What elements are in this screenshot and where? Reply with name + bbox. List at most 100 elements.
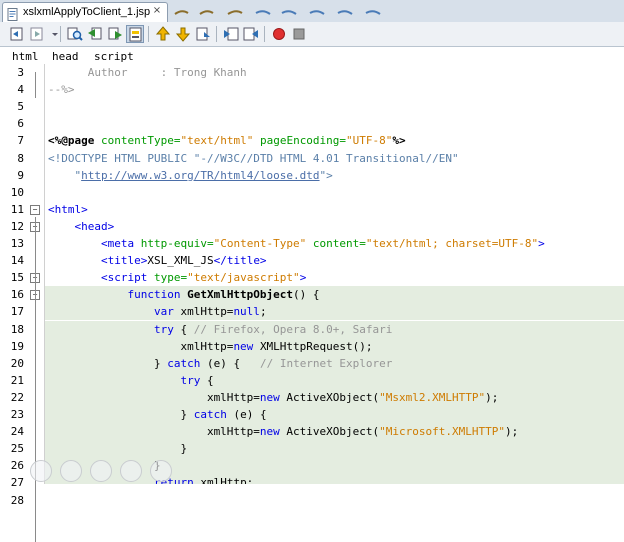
code-token: " xyxy=(48,168,82,182)
code-token: GetXmlHttpObject xyxy=(187,288,294,302)
code-token: } xyxy=(48,408,194,421)
line-number: 6 xyxy=(17,117,24,131)
line-number: 11 xyxy=(10,202,24,216)
code-editor[interactable]: Author : Trong Khanh --%> <%@page contentT… xyxy=(45,64,624,484)
code-line[interactable]: <head> xyxy=(45,218,624,235)
code-token: <meta xyxy=(48,237,141,250)
breadcrumb-item-html[interactable]: html xyxy=(12,50,39,63)
code-line[interactable]: <!DOCTYPE HTML PUBLIC "-//W3C//DTD HTML … xyxy=(45,150,624,167)
code-token: ; xyxy=(259,305,267,319)
code-token: function xyxy=(48,288,188,302)
code-line[interactable]: xmlHttp=new ActiveXObject("Msxml2.XMLHTT… xyxy=(45,388,624,406)
fold-toggle-icon[interactable]: − xyxy=(30,204,40,215)
breadcrumb-item-script[interactable]: script xyxy=(94,50,134,63)
code-token: try xyxy=(48,322,181,336)
file-tab[interactable]: xslxmlApplyToClient_1.jsp × xyxy=(2,2,168,23)
settings-icon[interactable] xyxy=(150,460,172,482)
code-line[interactable] xyxy=(45,184,624,201)
code-token: { xyxy=(180,322,194,336)
find-icon[interactable] xyxy=(66,25,84,43)
edit-icon[interactable] xyxy=(60,460,82,482)
code-line[interactable]: xmlHttp=new XMLHttpRequest(); xyxy=(45,337,624,355)
code-line[interactable]: <%@page contentType="text/html" pageEnco… xyxy=(45,132,624,149)
code-line[interactable]: try { xyxy=(45,371,624,389)
code-line[interactable] xyxy=(45,98,624,115)
code-token: (e) { xyxy=(206,356,260,370)
code-line[interactable]: xmlHttp=new ActiveXObject("Microsoft.XML… xyxy=(45,423,624,441)
code-token: (e) { xyxy=(233,408,267,421)
code-line-text: <!DOCTYPE HTML PUBLIC "-//W3C//DTD HTML … xyxy=(48,150,459,167)
code-line[interactable]: <script type="text/javascript"> xyxy=(45,269,624,286)
code-line[interactable]: function GetXmlHttpObject() { xyxy=(45,286,624,304)
previous-bookmark-icon[interactable] xyxy=(154,25,172,43)
code-token: } xyxy=(48,356,168,370)
code-token: "text/html" xyxy=(180,134,254,148)
code-token: xmlHttp; xyxy=(200,476,254,484)
code-token: "Microsoft.XMLHTTP" xyxy=(379,425,505,439)
line-number: 9 xyxy=(17,168,24,182)
code-token: xmlHttp= xyxy=(48,339,234,353)
code-token: "text/javascript" xyxy=(187,271,300,285)
history-dropdown-icon[interactable] xyxy=(46,25,58,43)
code-line[interactable]: "http://www.w3.org/TR/html4/loose.dtd"> xyxy=(45,167,624,184)
overlay-playback-icons xyxy=(30,458,190,484)
code-line[interactable] xyxy=(45,115,624,132)
code-token: Author : Trong Khanh xyxy=(48,66,247,79)
line-number: 13 xyxy=(10,237,24,250)
code-token: ); xyxy=(485,390,499,404)
history-back-icon[interactable] xyxy=(8,25,26,43)
find-previous-icon[interactable] xyxy=(86,25,104,43)
code-line[interactable]: } catch (e) { // Internet Explorer xyxy=(45,354,624,372)
copy-icon[interactable] xyxy=(90,460,112,482)
code-line[interactable]: --%> xyxy=(45,81,624,98)
code-line[interactable]: } xyxy=(45,440,624,458)
line-number: 26 xyxy=(10,459,24,473)
code-line-text: xmlHttp=new XMLHttpRequest(); xyxy=(48,338,373,355)
code-token: catch xyxy=(167,356,207,370)
fold-guide xyxy=(35,72,36,98)
code-token: var xyxy=(48,305,181,319)
code-line-text: <title>XSL_XML_JS</title> xyxy=(48,252,267,269)
code-token: } xyxy=(48,442,188,456)
shift-line-left-icon[interactable] xyxy=(222,25,240,43)
code-line[interactable]: <meta http-equiv="Content-Type" content=… xyxy=(45,235,624,252)
toggle-bookmark-icon[interactable] xyxy=(194,25,212,43)
start-macro-recording-icon[interactable] xyxy=(270,25,288,43)
code-token: pageEncoding= xyxy=(259,134,347,148)
stop-macro-recording-icon[interactable] xyxy=(290,25,308,43)
line-number: 7 xyxy=(17,134,24,148)
code-line[interactable]: Author : Trong Khanh xyxy=(45,64,624,81)
code-token: contentType= xyxy=(100,134,181,148)
code-line[interactable]: <html> xyxy=(45,201,624,218)
line-number-gutter: 34567891011−12−131415−16−171819202122232… xyxy=(0,64,45,542)
code-token: try xyxy=(48,373,207,387)
line-number: 25 xyxy=(10,442,24,456)
code-line[interactable]: } catch (e) { xyxy=(45,406,624,423)
history-forward-icon[interactable] xyxy=(28,25,46,43)
code-line-text: <html> xyxy=(48,201,88,218)
code-line[interactable]: <title>XSL_XML_JS</title> xyxy=(45,252,624,269)
zoom-icon[interactable] xyxy=(120,460,142,482)
code-line[interactable]: try { // Firefox, Opera 8.0+, Safari xyxy=(45,320,624,338)
play-icon[interactable] xyxy=(30,460,52,482)
code-line-text: try { xyxy=(48,372,214,389)
code-token: XMLHttpRequest(); xyxy=(259,339,373,353)
line-number: 23 xyxy=(10,408,24,421)
next-bookmark-icon[interactable] xyxy=(174,25,192,43)
code-token: // Internet Explorer xyxy=(259,356,393,370)
code-line-text: <head> xyxy=(48,218,114,235)
close-tab-icon[interactable]: × xyxy=(151,5,163,17)
breadcrumb-item-head[interactable]: head xyxy=(52,50,79,63)
line-number: 17 xyxy=(10,305,24,319)
shift-line-right-icon[interactable] xyxy=(242,25,260,43)
toggle-highlight-search-icon[interactable] xyxy=(126,25,144,43)
code-line[interactable]: var xmlHttp=null; xyxy=(45,303,624,321)
code-token: catch xyxy=(193,408,234,421)
code-line-text: try { // Firefox, Opera 8.0+, Safari xyxy=(48,321,392,338)
code-line-text: --%> xyxy=(48,81,75,98)
code-line-text: <script type="text/javascript"> xyxy=(48,269,306,286)
find-next-icon[interactable] xyxy=(106,25,124,43)
code-token: { xyxy=(206,373,214,387)
